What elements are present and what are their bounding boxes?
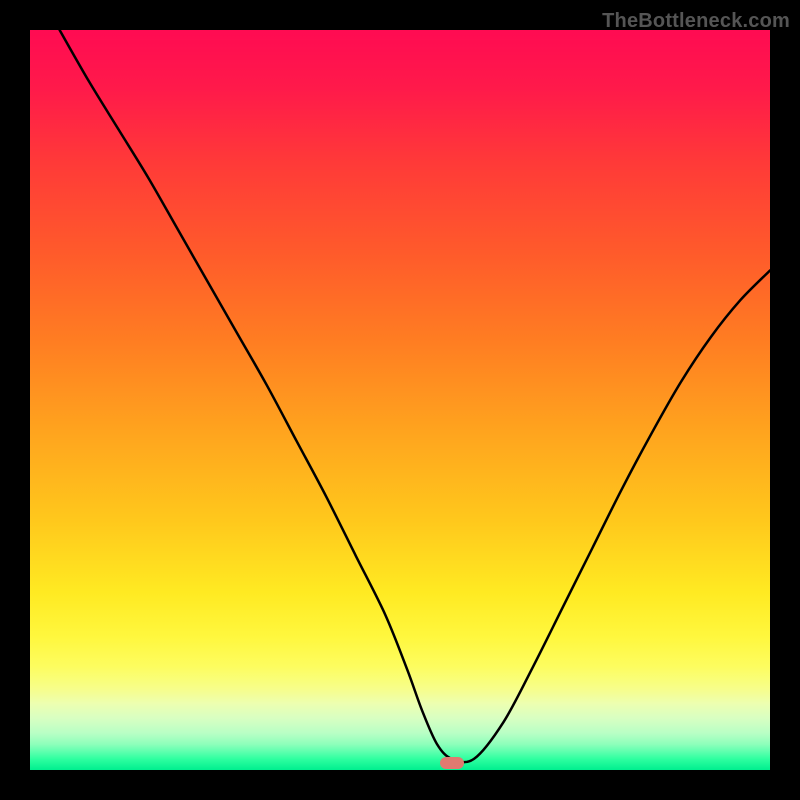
- bottleneck-curve: [30, 30, 770, 770]
- watermark-text: TheBottleneck.com: [602, 10, 790, 33]
- chart-frame: TheBottleneck.com: [0, 0, 800, 800]
- plot-area: [30, 30, 770, 770]
- optimum-marker: [440, 757, 464, 769]
